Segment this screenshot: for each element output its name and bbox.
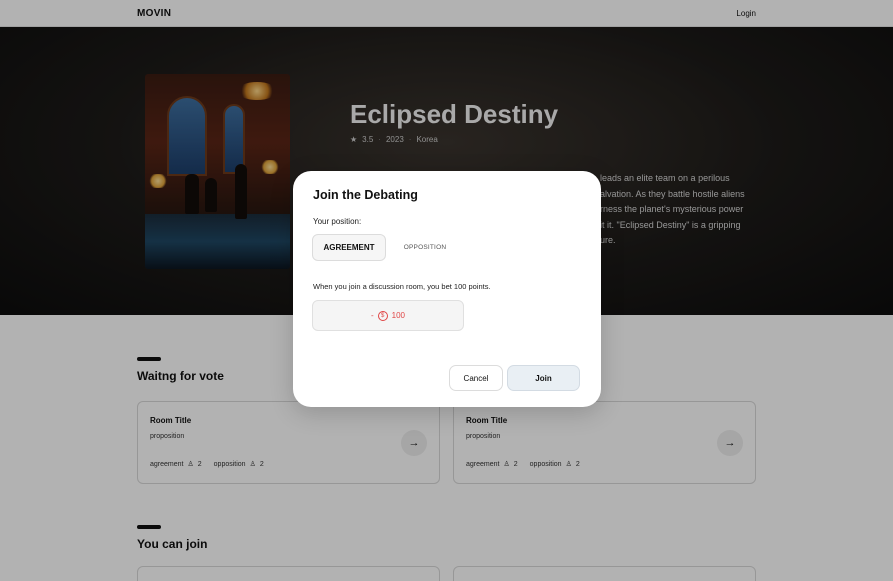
join-button[interactable]: Join [507, 365, 580, 391]
bet-notice: When you join a discussion room, you bet… [313, 282, 491, 291]
cancel-button[interactable]: Cancel [449, 365, 503, 391]
agreement-toggle[interactable]: AGREEMENT [312, 234, 386, 261]
coin-icon: $ [377, 310, 388, 321]
join-debate-modal: Join the Debating Your position: AGREEME… [293, 171, 601, 407]
opposition-toggle[interactable]: OPPOSITION [394, 234, 456, 261]
page: MOVIN Login Eclipsed Destiny ★ 3.5 · 202… [0, 0, 893, 581]
bet-amount-display: - $ 100 [312, 300, 464, 331]
bet-prefix: - [370, 311, 374, 320]
position-label: Your position: [313, 217, 362, 226]
modal-title: Join the Debating [313, 188, 418, 202]
bet-amount: 100 [391, 311, 406, 320]
